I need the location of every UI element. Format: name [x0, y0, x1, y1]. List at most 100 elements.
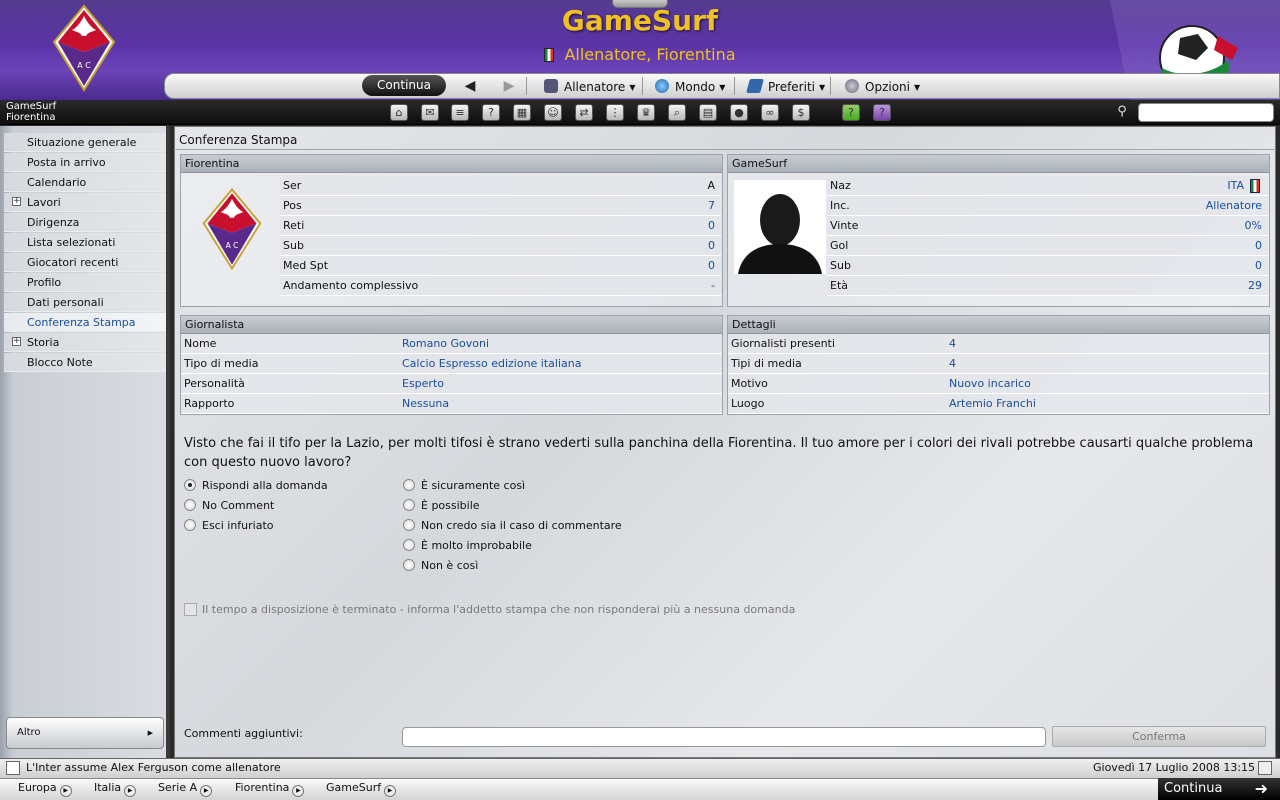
radio-answer[interactable]: [403, 519, 415, 531]
help-icon[interactable]: ?: [842, 104, 860, 121]
expand-icon[interactable]: +: [12, 197, 21, 206]
stat-value[interactable]: 0: [708, 256, 715, 276]
confirm-button[interactable]: Conferma: [1052, 726, 1266, 747]
breadcrumb-fiorentina[interactable]: Fiorentina ▶: [235, 781, 305, 797]
radio-answer[interactable]: [403, 559, 415, 571]
binoculars-icon[interactable]: ∞: [761, 104, 779, 121]
search-icon[interactable]: ⚲: [1114, 104, 1130, 120]
home-icon[interactable]: ⌂: [390, 104, 408, 121]
sidebar-item-storia[interactable]: + Storia: [4, 333, 166, 352]
info-value[interactable]: Nuovo incarico: [949, 374, 1031, 394]
forward-arrow-icon[interactable]: ▶: [501, 78, 517, 94]
sidebar-item-lavori-label: Lavori: [27, 196, 61, 209]
radio-response-type[interactable]: [184, 499, 196, 511]
breadcrumb-serie-a[interactable]: Serie A ▶: [158, 781, 213, 797]
sidebar-item-calendario[interactable]: Calendario: [4, 173, 166, 192]
details-panel: Dettagli Giornalisti presenti 4 Tipi di m…: [727, 315, 1270, 415]
scout-icon[interactable]: ⌕: [668, 104, 686, 121]
info-row: Motivo Nuovo incarico: [728, 374, 1269, 394]
answer-label[interactable]: Non è così: [421, 559, 478, 572]
sidebar-item-dirigenza[interactable]: Dirigenza: [4, 213, 166, 232]
stat-value[interactable]: 29: [1248, 276, 1262, 296]
info-value[interactable]: Nessuna: [402, 394, 449, 414]
sidebar-item-situazione-generale[interactable]: Situazione generale: [4, 133, 166, 152]
answer-label[interactable]: È possibile: [421, 499, 480, 512]
radio-response-type[interactable]: [184, 519, 196, 531]
ball-icon[interactable]: ●: [730, 104, 748, 121]
response-type-label[interactable]: Esci infuriato: [202, 519, 274, 532]
response-type-label[interactable]: Rispondi alla domanda: [202, 479, 328, 492]
continue-button[interactable]: Continua: [362, 75, 446, 96]
info-value[interactable]: Artemio Franchi: [949, 394, 1036, 414]
info-value[interactable]: 4: [949, 354, 956, 374]
calendar-icon[interactable]: ▦: [513, 104, 531, 121]
stat-value[interactable]: 0: [1255, 236, 1262, 256]
expand-icon[interactable]: +: [12, 337, 21, 346]
help-person-icon[interactable]: ?: [482, 104, 500, 121]
menu-mondo[interactable]: Mondo ▼: [655, 79, 725, 94]
info-label: Rapporto: [184, 397, 235, 410]
sidebar-item-posta-in-arrivo[interactable]: Posta in arrivo: [4, 153, 166, 172]
altro-label: Altro: [17, 727, 41, 738]
sidebar-item-lavori[interactable]: + Lavori: [4, 193, 166, 212]
comments-input[interactable]: [402, 727, 1046, 747]
trophy-icon[interactable]: ♛: [637, 104, 655, 121]
menu-mondo-label: Mondo: [675, 80, 716, 94]
stat-value[interactable]: 0: [708, 236, 715, 256]
breadcrumb-gamesurf[interactable]: GameSurf ▶: [326, 781, 397, 797]
answer-label[interactable]: Non credo sia il caso di commentare: [421, 519, 622, 532]
tactics-icon[interactable]: ⋮: [606, 104, 624, 121]
continue-button-bottom[interactable]: Continua ➜: [1158, 778, 1280, 800]
breadcrumb-italia[interactable]: Italia ▶: [94, 781, 137, 797]
stat-value[interactable]: 7: [708, 196, 715, 216]
answer-label[interactable]: È molto improbabile: [421, 539, 532, 552]
sidebar-item-blocco-note[interactable]: Blocco Note: [4, 353, 166, 372]
italy-flag-icon: [544, 48, 555, 62]
info-value[interactable]: 4: [949, 334, 956, 354]
stat-value[interactable]: 0%: [1245, 216, 1262, 236]
news-icon[interactable]: [6, 761, 20, 775]
response-type-label[interactable]: No Comment: [202, 499, 274, 512]
search-input[interactable]: [1138, 103, 1274, 122]
menu-allenatore[interactable]: Allenatore ▼: [544, 79, 635, 94]
sidebar-item-lista-selezionati[interactable]: Lista selezionati: [4, 233, 166, 252]
radio-answer[interactable]: [403, 479, 415, 491]
stat-value[interactable]: -: [711, 276, 715, 296]
stat-value[interactable]: Allenatore: [1206, 196, 1262, 216]
finances-icon[interactable]: $: [792, 104, 810, 121]
clipboard-icon[interactable]: ▤: [699, 104, 717, 121]
radio-answer[interactable]: [403, 539, 415, 551]
answer-label[interactable]: È sicuramente così: [421, 479, 525, 492]
club-panel-header: Fiorentina: [181, 155, 722, 173]
news-ticker[interactable]: L'Inter assume Alex Ferguson come allena…: [26, 761, 281, 774]
breadcrumb-label: GameSurf: [326, 781, 382, 794]
info-value[interactable]: Romano Govoni: [402, 334, 489, 354]
info-value[interactable]: Calcio Espresso edizione italiana: [402, 354, 582, 374]
app-subtitle: Allenatore, Fiorentina: [440, 45, 840, 64]
squad-icon[interactable]: ☺: [544, 104, 562, 121]
altro-button[interactable]: Altro ▶: [6, 717, 164, 749]
sidebar-item-profilo[interactable]: Profilo: [4, 273, 166, 292]
radio-answer[interactable]: [403, 499, 415, 511]
sidebar-item-dati-personali[interactable]: Dati personali: [4, 293, 166, 312]
info-row: Personalità Esperto: [181, 374, 722, 394]
breadcrumb-europa[interactable]: Europa ▶: [18, 781, 72, 797]
timeout-checkbox[interactable]: [184, 603, 197, 616]
stat-value[interactable]: 0: [708, 216, 715, 236]
sidebar-item-giocatori-recenti[interactable]: Giocatori recenti: [4, 253, 166, 272]
radio-response-type[interactable]: [184, 479, 196, 491]
transfers-icon[interactable]: ⇄: [575, 104, 593, 121]
news-icon[interactable]: ≡: [451, 104, 469, 121]
stat-value[interactable]: ITA: [1227, 176, 1244, 196]
info-value[interactable]: Esperto: [402, 374, 444, 394]
sidebar-item-conferenza-stampa[interactable]: Conferenza Stampa: [4, 313, 166, 332]
menu-opzioni[interactable]: Opzioni ▼: [845, 79, 920, 94]
inbox-icon[interactable]: ✉: [421, 104, 439, 121]
back-arrow-icon[interactable]: ◀: [462, 78, 478, 94]
menu-preferiti[interactable]: Preferiti ▼: [746, 79, 825, 94]
question-icon[interactable]: ?: [873, 104, 891, 121]
breadcrumb-label: Europa: [18, 781, 57, 794]
stat-value[interactable]: 0: [1255, 256, 1262, 276]
status-menu-icon[interactable]: [1258, 761, 1272, 775]
stat-row: Età 29: [827, 276, 1268, 296]
